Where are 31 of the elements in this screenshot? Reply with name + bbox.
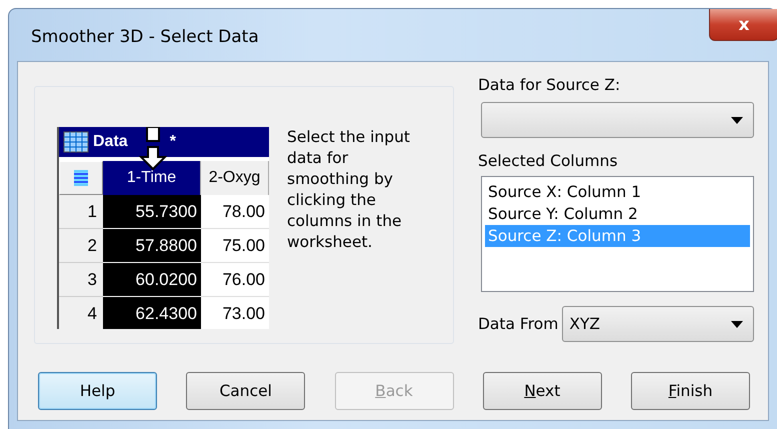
column-header[interactable]: 2-Oxyg: [201, 161, 269, 195]
list-item[interactable]: Source X: Column 1: [485, 181, 750, 203]
instruction-text: Select the input data for smoothing by clicking the columns in the worksheet.: [287, 127, 411, 253]
dialog-button[interactable]: Cancel: [186, 372, 306, 410]
data-from-dropdown[interactable]: XYZ: [562, 306, 754, 342]
worksheet-title: Data: [93, 133, 128, 151]
list-item[interactable]: Source Y: Column 2: [485, 203, 750, 225]
table-cell: 55.7300: [103, 195, 201, 229]
source-z-label: Data for Source Z:: [478, 76, 622, 94]
window-title: Smoother 3D - Select Data: [31, 27, 259, 47]
column-header[interactable]: 1-Time: [103, 161, 201, 195]
dialog-button[interactable]: Help: [38, 372, 157, 410]
selected-columns-label: Selected Columns: [478, 152, 619, 170]
worksheet-icon: [63, 131, 89, 153]
caret-icon: [731, 116, 743, 124]
dialog-button[interactable]: Finish: [631, 372, 750, 410]
sheet-icon: [74, 170, 88, 186]
caret-icon: [731, 320, 743, 328]
row-number: 1: [59, 195, 103, 229]
row-number: 3: [59, 263, 103, 297]
dialog-button[interactable]: Next: [482, 372, 602, 410]
row-number: 2: [59, 229, 103, 263]
table-cell: 60.0200: [103, 263, 201, 297]
table-cell: 62.4300: [103, 297, 201, 329]
row-number: 4: [59, 297, 103, 329]
close-button[interactable]: x: [709, 9, 777, 41]
source-z-dropdown[interactable]: [481, 102, 754, 138]
table-cell: 57.8800: [103, 229, 201, 263]
data-from-label: Data From: [478, 315, 558, 333]
select-all-corner[interactable]: [59, 161, 103, 195]
modified-mark: *: [170, 133, 176, 151]
